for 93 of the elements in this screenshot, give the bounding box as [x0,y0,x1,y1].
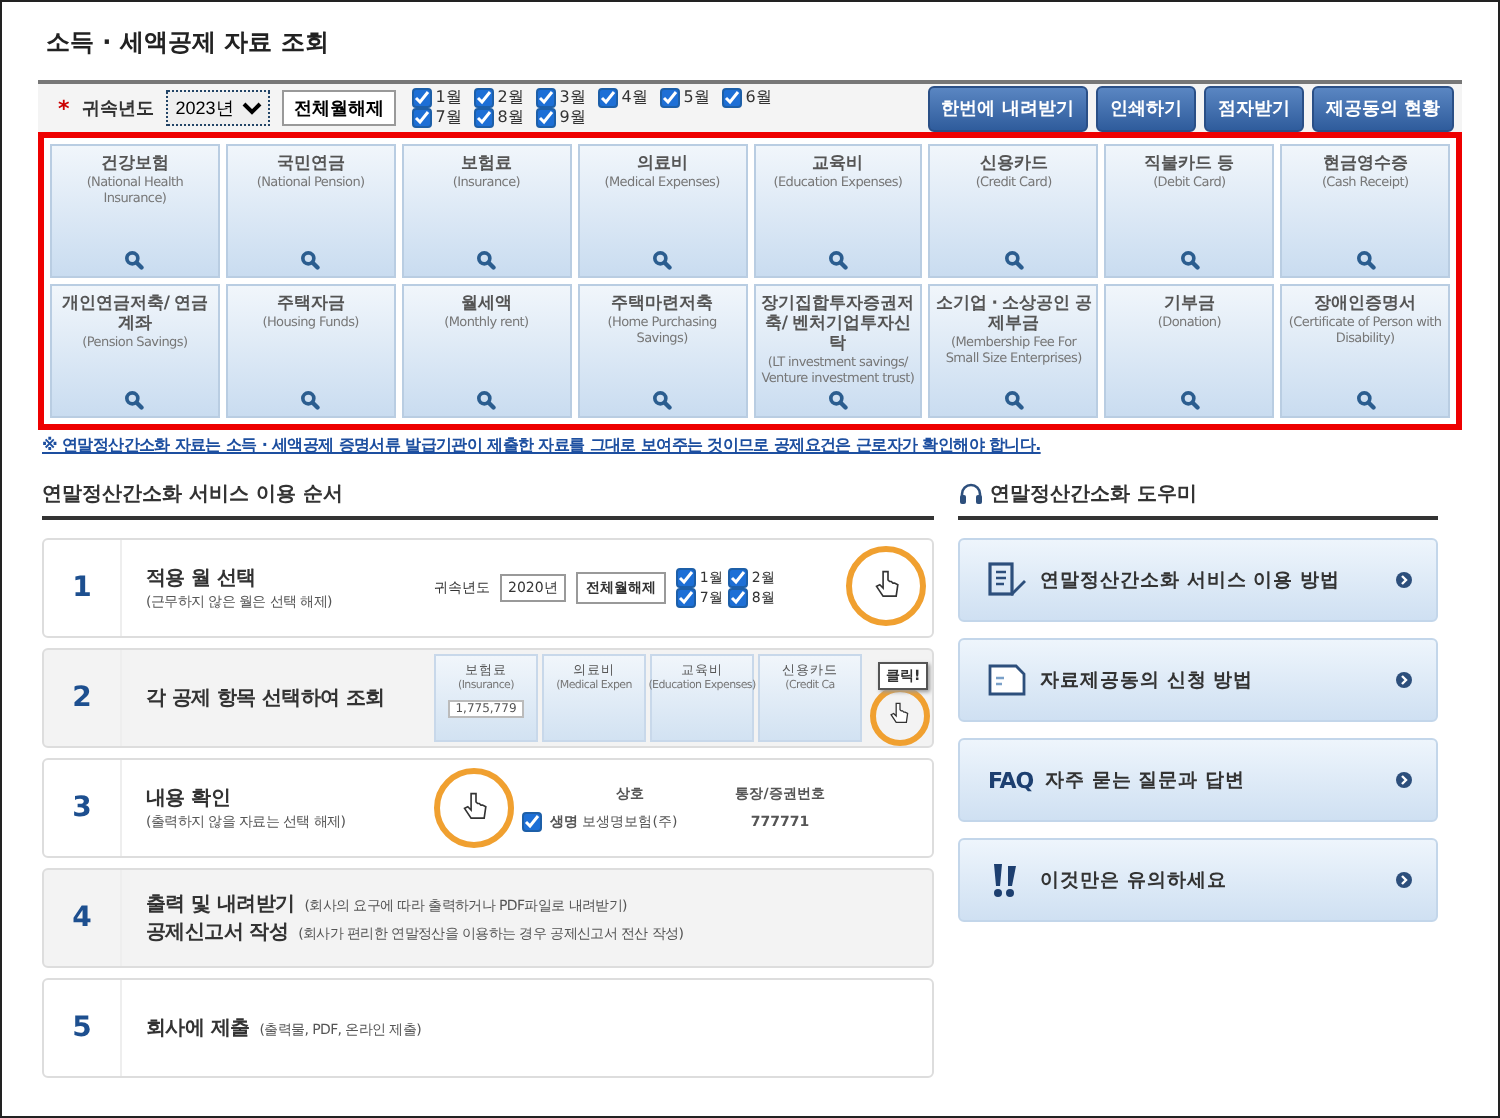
tile-title: 신용카드 [979,154,1048,174]
search-icon [827,250,848,270]
tile-title: 의료비 [636,154,688,174]
arrow-icon [1396,672,1412,688]
required-mark: * [58,95,70,121]
tile-title: 보험료 [460,154,512,174]
clear-months-button[interactable]: 전체월해제 [281,90,396,126]
month-label: 1월 [435,88,462,108]
action-button[interactable]: 제공동의 현황 [1311,85,1454,131]
tile-title: 국민연금 [276,154,345,174]
month-label: 2월 [497,88,524,108]
tile-title: 교육비 [812,154,864,174]
arrow-icon [1396,872,1412,888]
tile-title: 장기집합투자증권저축/ 벤처기업투자신탁 [759,294,917,354]
tile-title: 건강보험 [100,154,169,174]
search-icon [1179,250,1200,270]
checkbox[interactable] [675,568,696,588]
file-icon [988,662,1028,698]
checkbox[interactable] [597,88,618,108]
month-label: 4월 [621,88,648,108]
checkbox[interactable] [727,568,748,588]
hand-cursor-icon [875,570,899,597]
action-button[interactable]: 인쇄하기 [1095,85,1196,131]
document-pen-icon [988,562,1028,598]
search-icon [652,390,673,410]
month-label: 5월 [683,88,710,108]
tile-title: 소기업 · 소상공인 공제부금 [933,294,1094,334]
section-heading-text: 연말정산간소화 도우미 [990,481,1197,507]
helper-link-button[interactable]: 이것만은 유의하세요 [958,838,1438,922]
year-select[interactable]: 2023년 [165,90,270,126]
page-title: 소득 · 세액공제 자료 조회 [46,26,331,60]
step-number: 1 [44,540,122,636]
notice-link[interactable]: ※ 연말정산간소화 자료는 소득 · 세액공제 증명서류 발급기관이 제출한 자료를 그대로 보여주는 것이므로 공제요건은 근로자가 확인해야 합니다. [42,434,1462,456]
month-label: 7월 [435,108,462,128]
action-button[interactable]: 점자받기 [1203,85,1304,131]
hand-cursor-icon [463,792,487,819]
helper-link-button[interactable]: 자료제공동의 신청 방법 [958,638,1438,722]
tile-title: 월세액 [460,294,512,314]
checkbox[interactable] [473,88,494,108]
month-label: 6월 [745,88,772,108]
month-label: 9월 [559,108,586,128]
search-icon [827,390,848,410]
helper-link-button[interactable]: 연말정산간소화 서비스 이용 방법 [958,538,1438,622]
search-icon [476,250,497,270]
tile-title: 현금영수증 [1322,154,1408,174]
tile-title: 장애인증명서 [1314,294,1417,314]
search-icon [476,390,497,410]
checkbox[interactable] [727,588,748,608]
checkbox[interactable] [411,108,432,128]
search-icon [124,390,145,410]
action-button[interactable]: 한번에 내려받기 [927,85,1088,131]
step-title: 내용 확인 [146,786,232,812]
checkbox[interactable] [535,108,556,128]
checkbox[interactable] [675,588,696,608]
tile-title: 직불카드 등 [1144,154,1235,174]
year-label: 귀속년도 [81,97,154,121]
tile-title: 개인연금저축/ 연금계좌 [59,294,210,334]
step-number: 4 [44,870,122,966]
search-icon [124,250,145,270]
checkbox[interactable] [721,88,742,108]
checkbox[interactable] [522,812,542,832]
step-title: 공제신고서 작성 [146,920,289,946]
month-label: 3월 [559,88,586,108]
search-icon [1003,390,1024,410]
search-icon [1355,390,1376,410]
checkbox[interactable] [659,88,680,108]
search-icon [1355,250,1376,270]
checkbox[interactable] [535,88,556,108]
checkbox[interactable] [411,88,432,108]
headset-icon [958,481,984,505]
hand-cursor-icon [890,702,909,723]
step-title: 각 공제 항목 선택하여 조회 [146,686,387,712]
helper-link-button[interactable]: FAQ 자주 묻는 질문과 답변 [958,738,1438,822]
step-title: 적용 월 선택 [146,566,258,592]
tile-title: 주택자금 [276,294,345,314]
faq-label: FAQ [988,767,1034,793]
step-number: 3 [44,760,122,856]
tile-title: 주택마련저축 [611,294,714,314]
month-label: 8월 [497,108,524,128]
step-number: 2 [44,650,122,746]
search-icon [652,250,673,270]
search-icon [300,390,321,410]
search-icon [300,250,321,270]
search-icon [1003,250,1024,270]
section-heading: 연말정산간소화 서비스 이용 순서 [42,480,934,520]
arrow-icon [1396,772,1412,788]
search-icon [1179,390,1200,410]
step-number: 5 [44,980,122,1076]
checkbox[interactable] [473,108,494,128]
arrow-icon [1396,572,1412,588]
step-title: 출력 및 내려받기 [146,892,295,918]
tile-title: 기부금 [1163,294,1215,314]
step-title: 회사에 제출 [146,1016,250,1042]
